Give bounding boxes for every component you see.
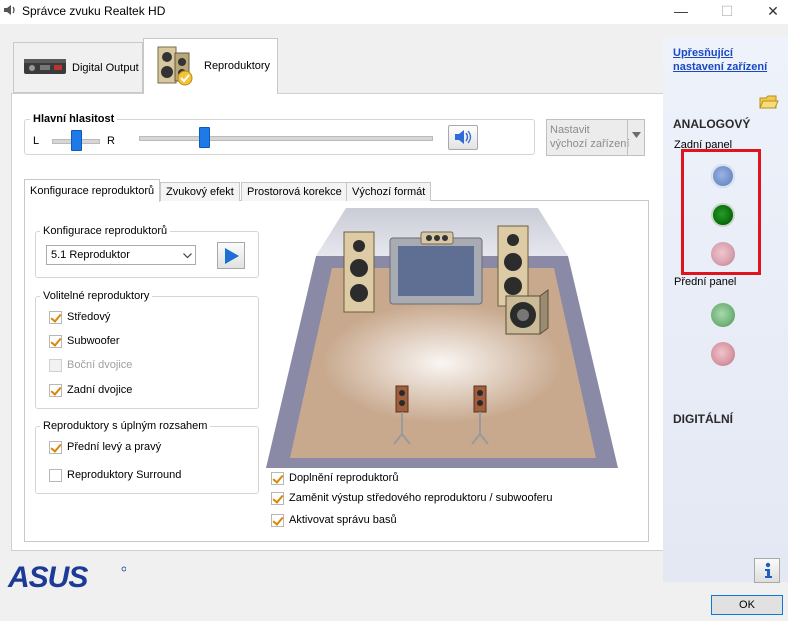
- dropdown-arrow-area[interactable]: [627, 120, 645, 155]
- balance-left-label: L: [33, 135, 40, 147]
- minimize-button[interactable]: —: [658, 0, 704, 24]
- optional-speakers-title: Volitelné reproduktory: [40, 290, 153, 302]
- tab-speakers[interactable]: Reproduktory: [143, 38, 278, 94]
- digital-section-title: DIGITÁLNÍ: [673, 412, 733, 426]
- tab-sound-effect[interactable]: Zvukový efekt: [160, 182, 240, 201]
- label-center: Středový: [67, 311, 111, 323]
- front-right-speaker-icon: [497, 225, 529, 307]
- play-icon: [225, 248, 239, 264]
- tab-label: Digital Output: [72, 62, 139, 74]
- link-line2: nastavení zařízení: [673, 61, 768, 73]
- select-value: 5.1 Reproduktor: [51, 249, 130, 261]
- default-device-line2: výchozí zařízení: [550, 138, 630, 150]
- speaker-app-icon: [4, 5, 15, 15]
- tab-digital-output[interactable]: Digital Output: [13, 42, 143, 93]
- default-device-line1: Nastavit: [550, 124, 590, 136]
- label-front-left-right: Přední levý a pravý: [67, 441, 162, 453]
- checkbox-front-left-right[interactable]: [49, 441, 62, 454]
- chevron-down-icon: [183, 253, 192, 259]
- highlight-box: [681, 149, 761, 275]
- speaker-volume-icon: [455, 130, 472, 144]
- checkbox-side-pair[interactable]: [49, 359, 62, 372]
- set-default-device-button[interactable]: Nastavit výchozí zařízení: [546, 119, 645, 156]
- front-jack-pink[interactable]: [711, 342, 735, 366]
- window-title: Správce zvuku Realtek HD: [22, 4, 166, 18]
- checkbox-rear-pair[interactable]: [49, 384, 62, 397]
- label-side-pair: Boční dvojice: [67, 359, 133, 371]
- balance-right-label: R: [107, 135, 115, 147]
- digital-device-icon: [24, 59, 66, 74]
- speaker-config-select[interactable]: 5.1 Reproduktor: [46, 245, 196, 265]
- analog-section-title: ANALOGOVÝ: [673, 117, 751, 131]
- volume-slider-thumb[interactable]: [199, 127, 210, 148]
- speakers-icon: [157, 46, 193, 86]
- label-speaker-fill: Doplnění reproduktorů: [289, 472, 399, 484]
- tab-speaker-configuration[interactable]: Konfigurace reproduktorů: [24, 179, 161, 202]
- speaker-config-title: Konfigurace reproduktorů: [40, 225, 171, 237]
- tab-label: Reproduktory: [204, 60, 271, 72]
- front-jack-green[interactable]: [711, 303, 735, 327]
- label-bass-management: Aktivovat správu basů: [289, 514, 397, 526]
- front-left-speaker-icon: [343, 231, 375, 313]
- subwoofer-icon: [505, 289, 549, 335]
- volume-title: Hlavní hlasitost: [30, 113, 118, 125]
- advanced-device-settings-link[interactable]: Upřesňující nastavení zařízení: [673, 46, 767, 74]
- full-range-title: Reproduktory s úplným rozsahem: [40, 420, 211, 432]
- balance-slider-thumb[interactable]: [71, 130, 82, 151]
- checkbox-bass-management[interactable]: [271, 514, 284, 527]
- chevron-down-icon: [632, 132, 641, 138]
- checkbox-speaker-fill[interactable]: [271, 472, 284, 485]
- mute-button[interactable]: [448, 125, 478, 150]
- tab-default-format[interactable]: Výchozí formát: [346, 182, 432, 201]
- full-range-group: [35, 426, 259, 494]
- tv-icon: [389, 231, 483, 305]
- info-icon: [765, 562, 772, 578]
- checkbox-surround[interactable]: [49, 469, 62, 482]
- speaker-room-illustration: [266, 208, 618, 468]
- info-button[interactable]: [754, 558, 780, 583]
- asus-logo: ASUS: [7, 561, 126, 591]
- checkbox-center[interactable]: [49, 311, 62, 324]
- label-subwoofer: Subwoofer: [67, 335, 120, 347]
- ok-button[interactable]: OK: [711, 595, 783, 615]
- tab-room-correction[interactable]: Prostorová korekce: [241, 182, 348, 201]
- front-panel-label: Přední panel: [674, 276, 737, 288]
- close-button[interactable]: ✕: [750, 0, 788, 24]
- checkbox-subwoofer[interactable]: [49, 335, 62, 348]
- label-swap-center-sub: Zaměnit výstup středového reproduktoru /…: [289, 492, 553, 504]
- link-line1: Upřesňující: [673, 47, 733, 59]
- logo-text: ASUS: [7, 561, 88, 591]
- label-rear-pair: Zadní dvojice: [67, 384, 133, 396]
- maximize-button[interactable]: ☐: [704, 0, 750, 24]
- volume-track[interactable]: [139, 136, 433, 141]
- folder-icon[interactable]: [759, 94, 779, 110]
- label-surround: Reproduktory Surround: [67, 469, 182, 481]
- checkbox-swap-center-sub[interactable]: [271, 492, 284, 505]
- play-test-button[interactable]: [217, 242, 245, 269]
